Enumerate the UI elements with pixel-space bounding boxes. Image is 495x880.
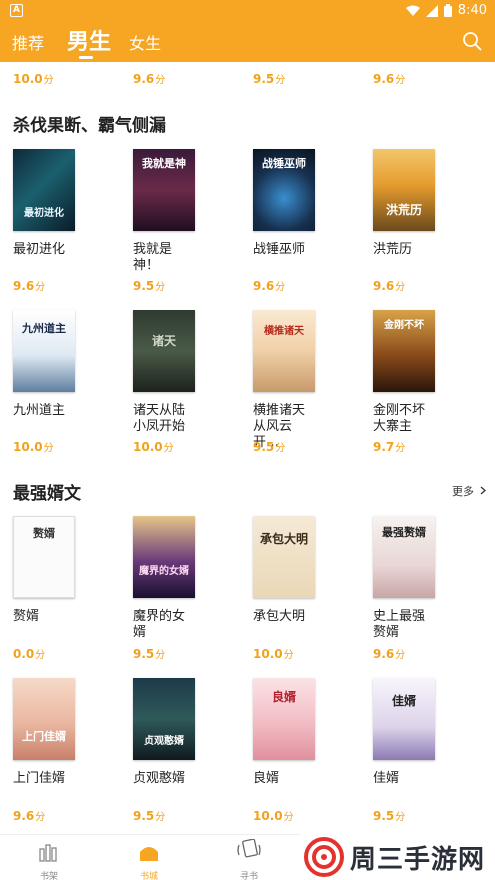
book-cover: 承包大明 (253, 516, 315, 598)
book-score: 9.6分 (373, 279, 406, 293)
wifi-icon (405, 5, 420, 16)
book-cover: 横推诸天 (253, 310, 315, 392)
book-cover: 佳婿 (373, 678, 435, 760)
nav-label: 书架 (39, 872, 58, 880)
active-tab-indicator (79, 56, 93, 59)
book-title: 魔界的女婿 (133, 609, 186, 640)
book-title: 史上最强赘婿 (373, 609, 426, 640)
tab-male[interactable]: 男生 (67, 24, 111, 56)
nav-find-book[interactable]: 寻书 (219, 835, 279, 880)
book-score: 9.6分 (133, 72, 166, 86)
book-cover: 上门佳婿 (13, 678, 75, 760)
cards-icon (237, 839, 261, 858)
book-score: 10.0分 (253, 809, 294, 823)
search-icon[interactable] (461, 30, 483, 52)
book-cover: 战锤巫师 (253, 149, 315, 231)
book-cover: 魔界的女婿 (133, 516, 195, 598)
section-title-son-in-law: 最强婿文 (13, 484, 81, 504)
book-score: 9.6分 (253, 279, 286, 293)
book-score: 9.5分 (253, 72, 286, 86)
book-score: 10.0分 (133, 440, 174, 454)
book-title: 我就是神！ (133, 242, 173, 273)
book-title: 九州道主 (13, 403, 66, 418)
book-score: 10.0分 (13, 440, 54, 454)
battery-icon (443, 4, 452, 17)
top-header: 推荐 男生 女生 (0, 22, 495, 62)
book-title: 战锤巫师 (253, 242, 306, 257)
book-cover: 金刚不坏 (373, 310, 435, 392)
book-score: 9.6分 (13, 279, 46, 293)
book-score: 9.5分 (373, 809, 406, 823)
book-score: 9.5分 (133, 647, 166, 661)
book-title: 佳婿 (373, 771, 400, 786)
book-title: 最初进化 (13, 242, 66, 257)
system-icons: 8:40 (405, 3, 487, 18)
book-cover: 我就是神 (133, 149, 195, 231)
book-cover: 最初进化 (13, 149, 75, 231)
nav-bookstore[interactable]: 书城 (119, 835, 179, 880)
book-title: 洪荒历 (373, 242, 413, 257)
watermark-text: 周三手游网 (350, 844, 486, 875)
book-cover: 诸天 (133, 310, 195, 392)
book-title: 诸天从陆小凤开始 (133, 403, 186, 434)
book-score: 9.5分 (133, 809, 166, 823)
book-score: 9.6分 (373, 72, 406, 86)
book-score: 0.0分 (13, 647, 46, 661)
book-cover: 良婿 (253, 678, 315, 760)
book-cover: 最强赘婿 (373, 516, 435, 598)
book-title: 良婿 (253, 771, 280, 786)
book-title: 金刚不坏大寨主 (373, 403, 426, 434)
book-score: 9.6分 (373, 647, 406, 661)
status-bar: A 8:40 (0, 0, 495, 22)
bookshelf-icon (39, 844, 57, 862)
tab-recommend[interactable]: 推荐 (12, 30, 44, 54)
book-score: 10.0分 (13, 72, 54, 86)
signal-icon (425, 4, 438, 17)
section-title-killing: 杀伐果断、霸气侧漏 (13, 116, 166, 136)
tab-female[interactable]: 女生 (129, 30, 161, 54)
book-cover: 赘婿 (13, 516, 75, 598)
book-cover: 贞观憨婿 (133, 678, 195, 760)
book-score: 9.6分 (13, 809, 46, 823)
site-watermark: 周三手游网 (300, 834, 495, 880)
book-score: 10.0分 (253, 647, 294, 661)
book-score: 9.7分 (373, 440, 406, 454)
nav-label: 书城 (139, 872, 158, 880)
book-title: 赘婿 (13, 609, 40, 624)
book-cover: 九州道主 (13, 310, 75, 392)
nav-bookshelf[interactable]: 书架 (19, 835, 79, 880)
chevron-right-icon (480, 486, 486, 495)
book-title: 上门佳婿 (13, 771, 66, 786)
book-score: 9.5分 (253, 440, 286, 454)
home-icon (140, 847, 158, 861)
book-title: 贞观憨婿 (133, 771, 186, 786)
book-cover: 洪荒历 (373, 149, 435, 231)
clock: 8:40 (457, 3, 487, 18)
book-title: 承包大明 (253, 609, 306, 624)
more-link[interactable]: 更多 (452, 483, 486, 499)
book-score: 9.5分 (133, 279, 166, 293)
watermark-logo-icon (304, 837, 344, 877)
nav-label: 寻书 (239, 872, 258, 880)
notification-a-icon: A (10, 4, 23, 17)
